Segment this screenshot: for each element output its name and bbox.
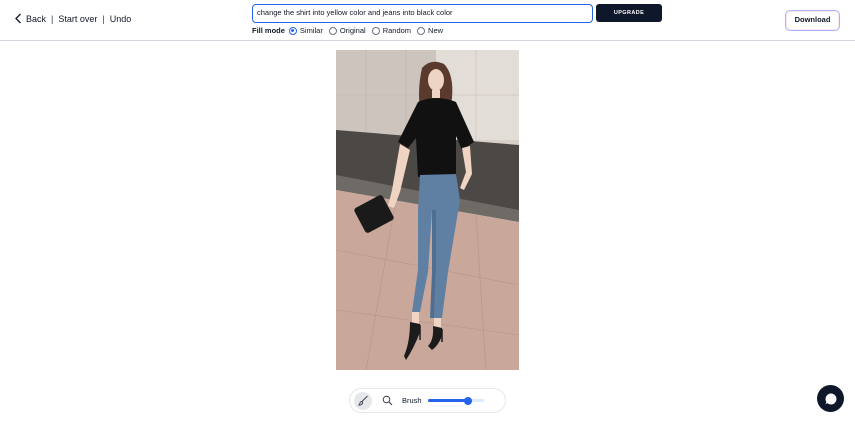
radio-unchecked-icon — [371, 26, 380, 35]
download-button[interactable]: Download — [785, 10, 840, 31]
photo-woman-black-shirt-jeans — [336, 50, 519, 370]
brush-size-thumb[interactable] — [463, 396, 472, 405]
fill-mode-similar[interactable]: Similar — [288, 26, 323, 35]
fill-mode-option-label: Similar — [299, 26, 323, 35]
fill-mode-new[interactable]: New — [417, 26, 443, 35]
back-button[interactable]: Back — [14, 13, 46, 24]
fill-mode-group: Fill mode Similar Original Random New — [252, 26, 449, 35]
zoom-tool-button[interactable] — [378, 392, 396, 410]
prompt-input[interactable]: change the shirt into yellow color and j… — [252, 4, 593, 23]
start-over-button[interactable]: Start over — [58, 14, 97, 24]
chat-icon — [825, 393, 836, 404]
back-label: Back — [26, 13, 47, 24]
top-bar: Back | Start over | Undo change the shir… — [0, 0, 855, 41]
brush-toolbar: Brush — [349, 388, 506, 413]
brush-label: Brush — [402, 396, 422, 405]
chat-button[interactable] — [817, 385, 844, 412]
fill-mode-option-label: Random — [382, 26, 412, 35]
chevron-left-icon — [15, 13, 21, 24]
fill-mode-random[interactable]: Random — [371, 26, 412, 35]
brush-size-fill — [427, 399, 468, 402]
fill-mode-original[interactable]: Original — [328, 26, 366, 35]
fill-mode-option-label: New — [428, 26, 444, 35]
radio-checked-icon — [288, 26, 297, 35]
fill-mode-label: Fill mode — [252, 26, 285, 35]
brush-tool-button[interactable] — [354, 391, 372, 410]
upgrade-button[interactable]: UPGRADE — [596, 4, 662, 22]
nav-separator: | — [102, 13, 105, 24]
brush-icon — [357, 395, 368, 406]
radio-unchecked-icon — [417, 26, 426, 35]
nav-actions: Back | Start over | Undo — [14, 13, 131, 24]
brush-size-slider[interactable] — [427, 396, 484, 405]
search-icon — [382, 395, 392, 406]
undo-button[interactable]: Undo — [110, 14, 132, 24]
radio-unchecked-icon — [328, 26, 337, 35]
nav-separator: | — [51, 13, 54, 24]
image-canvas[interactable] — [336, 50, 519, 370]
fill-mode-option-label: Original — [339, 26, 366, 35]
